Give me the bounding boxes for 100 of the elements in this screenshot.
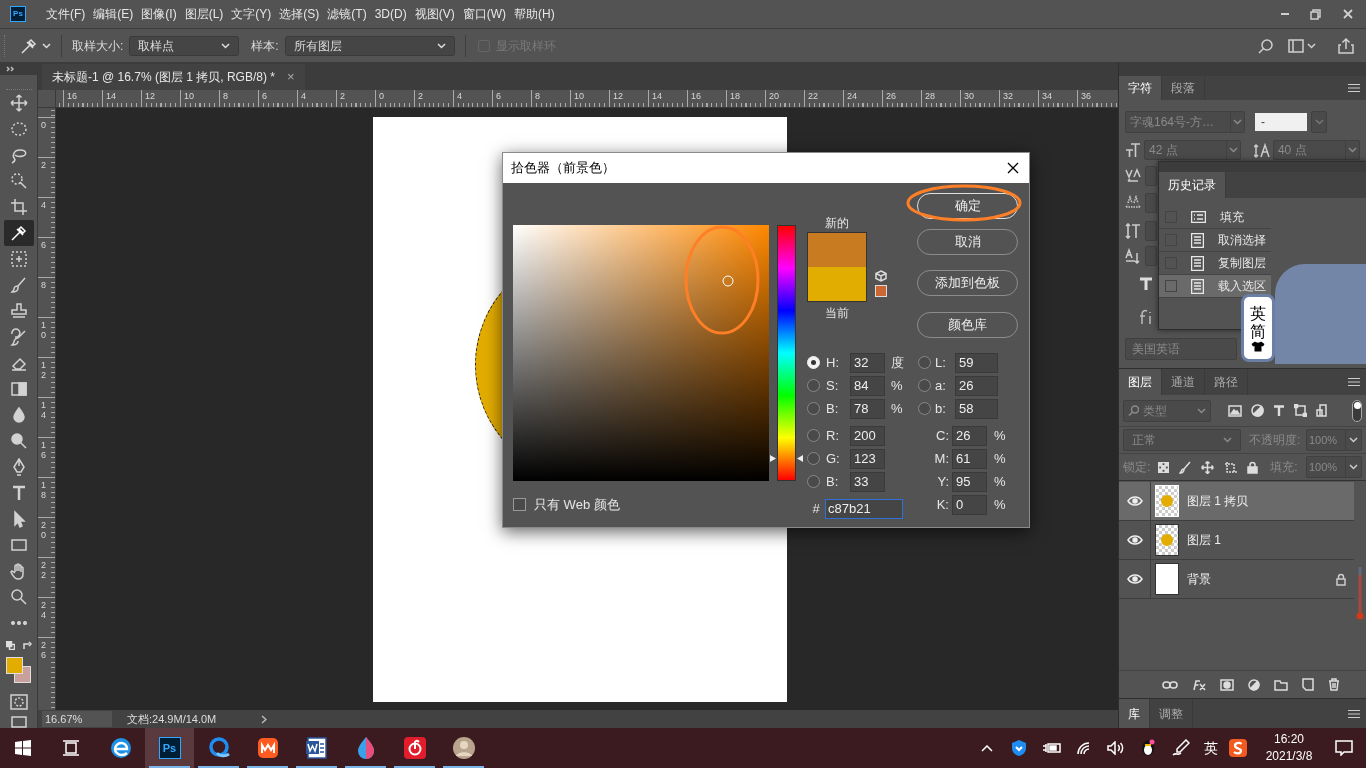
visibility-toggle[interactable] <box>1126 574 1143 584</box>
radio-button[interactable] <box>807 379 820 392</box>
unit-label: % <box>994 495 1006 514</box>
checkbox[interactable] <box>513 498 526 512</box>
eyedropper-tool[interactable] <box>3 219 34 246</box>
value-field[interactable] <box>1145 166 1157 186</box>
history-item[interactable]: 载入选区 <box>1159 275 1271 298</box>
shield-icon <box>1011 739 1027 757</box>
photoshop-logo[interactable]: Ps <box>10 6 26 22</box>
radio-button[interactable] <box>807 429 820 442</box>
menu-item[interactable]: 文件(F) <box>42 5 90 23</box>
document-tab[interactable]: 未标题-1 @ 16.7% (图层 1 拷贝, RGB/8) * × <box>42 64 305 90</box>
value-field[interactable]: 26 <box>955 375 998 396</box>
eyedropper-preset-button[interactable] <box>20 36 51 55</box>
eyedropper-icon <box>20 36 38 55</box>
ruler-label: 14 <box>106 91 116 101</box>
penguin-icon <box>1140 739 1156 757</box>
panel-tab[interactable]: 库 <box>1119 699 1150 728</box>
visibility-toggle[interactable] <box>1126 535 1143 545</box>
value-field[interactable]: 95 <box>952 471 987 492</box>
value-field[interactable]: 61 <box>952 448 987 469</box>
radio-button[interactable] <box>918 402 931 415</box>
web-safe-color-swatch[interactable] <box>875 285 887 297</box>
value-field[interactable]: 33 <box>850 471 885 492</box>
panel-tab[interactable]: 历史记录 <box>1159 172 1226 198</box>
value-field[interactable] <box>1145 246 1157 266</box>
ruler-label: 6 <box>41 240 47 250</box>
history-item[interactable]: 填充 <box>1159 206 1271 229</box>
history-step: 载入选区 <box>1218 277 1266 295</box>
chevron-down-icon <box>221 42 231 49</box>
current-color-swatch[interactable] <box>808 267 866 301</box>
value-field[interactable] <box>1145 193 1157 213</box>
preview-label: 新的 <box>824 215 850 232</box>
clock[interactable]: 16:20 2021/3/8 <box>1256 731 1322 765</box>
menu-item[interactable]: 窗口(W) <box>458 5 510 23</box>
close-tab-button[interactable]: × <box>286 67 295 87</box>
layer-row[interactable]: 图层 1 <box>1119 521 1354 560</box>
value-field[interactable]: 32 <box>850 352 885 373</box>
status-menu-button[interactable] <box>261 714 267 724</box>
value-field[interactable]: 26 <box>952 425 987 446</box>
chevron-down-icon <box>1233 119 1242 125</box>
history-item[interactable]: 取消选择 <box>1159 229 1271 252</box>
zoom-level-field[interactable]: 16.67% <box>42 711 112 727</box>
ime-mode-label: 简 <box>1250 322 1266 341</box>
radio-button[interactable] <box>807 452 820 465</box>
sample-dropdown[interactable]: 所有图层 <box>284 35 455 56</box>
value-field[interactable]: 200 <box>850 425 885 446</box>
saturation-brightness-field[interactable] <box>513 225 769 481</box>
menu-item[interactable]: 选择(S) <box>275 5 324 23</box>
share-button[interactable] <box>1338 37 1354 54</box>
layer-row[interactable]: 背景 <box>1119 560 1354 599</box>
value-field[interactable]: 123 <box>850 448 885 469</box>
screen-mode-button[interactable] <box>10 716 27 728</box>
snapshot-step-icon <box>1191 211 1206 223</box>
brush-icon <box>9 275 28 294</box>
value-field[interactable]: 0 <box>952 494 987 515</box>
document-app-icon <box>304 736 329 760</box>
menu-item[interactable]: 编辑(E) <box>89 5 138 23</box>
panel-tab[interactable]: 图层 <box>1119 369 1162 395</box>
menu-item[interactable]: 文字(Y) <box>227 5 276 23</box>
radio-button[interactable] <box>807 475 820 488</box>
value-field[interactable]: 59 <box>955 352 998 373</box>
menu-item[interactable]: 滤镜(T) <box>323 5 371 23</box>
menu-item[interactable]: 图像(I) <box>137 5 181 23</box>
layer-row[interactable]: 图层 1 拷贝 <box>1119 482 1354 521</box>
quick-mask-button[interactable] <box>9 694 28 710</box>
menu-icon <box>1348 377 1360 387</box>
radio-button[interactable] <box>918 379 931 392</box>
menu-item[interactable]: 视图(V) <box>410 5 459 23</box>
ruler-label: 16 <box>691 91 701 101</box>
value-field[interactable]: 58 <box>955 398 998 419</box>
menu-item[interactable]: 图层(L) <box>180 5 228 23</box>
chevron-down-icon <box>1349 464 1358 470</box>
close-button[interactable] <box>1007 162 1019 174</box>
hue-slider[interactable] <box>769 225 804 481</box>
search-button[interactable] <box>1258 37 1274 54</box>
taskbar-app[interactable]: Ps <box>145 728 194 768</box>
vertical-scale-icon <box>1125 223 1141 239</box>
foreground-color-swatch[interactable] <box>5 657 23 675</box>
value-field[interactable]: 78 <box>850 398 885 419</box>
workspace-button[interactable] <box>1288 38 1316 53</box>
ime-status-widget[interactable]: 英 简 <box>1241 294 1275 362</box>
snapshot-checkbox[interactable] <box>1165 280 1177 292</box>
eye-icon <box>1126 496 1143 506</box>
hex-field[interactable]: c87b21 <box>825 498 903 519</box>
hue-slider-handle[interactable] <box>769 453 804 463</box>
value-field[interactable]: 84 <box>850 375 885 396</box>
ruler-label: 16 <box>41 440 47 460</box>
menu-item[interactable]: 帮助(H) <box>510 5 559 23</box>
menu-item[interactable]: 3D(D) <box>370 5 411 23</box>
radio-button[interactable] <box>918 356 931 369</box>
panel-tab[interactable]: 字符 <box>1119 76 1162 100</box>
filter-toggle[interactable] <box>1352 399 1362 422</box>
visibility-toggle[interactable] <box>1126 496 1143 506</box>
radio-button[interactable] <box>807 402 820 415</box>
sample-size-dropdown[interactable]: 取样点 <box>129 35 240 56</box>
input-language-indicator[interactable]: 英 <box>1198 737 1224 759</box>
ruler-label: 8 <box>535 91 540 101</box>
field-label: M: <box>933 449 950 468</box>
value-field[interactable] <box>1145 221 1157 241</box>
